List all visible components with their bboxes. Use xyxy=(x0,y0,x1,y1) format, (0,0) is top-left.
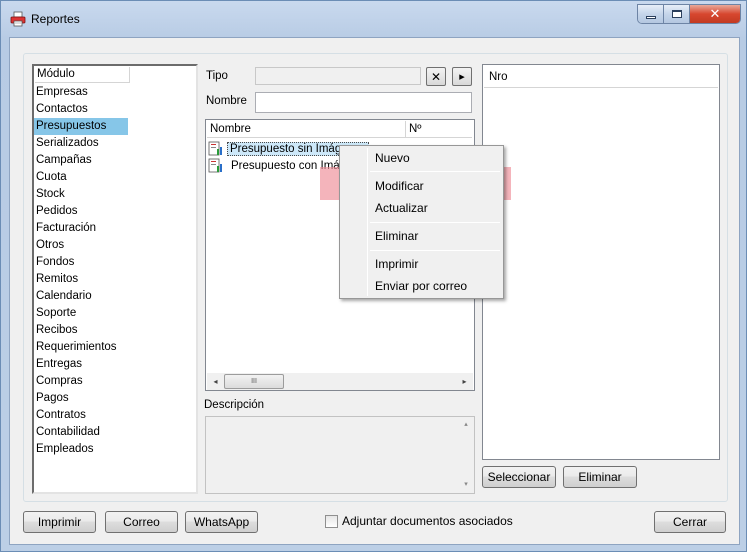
scroll-left-icon[interactable]: ◂ xyxy=(207,373,224,390)
close-icon: ✕ xyxy=(709,6,721,21)
eliminar-button[interactable]: Eliminar xyxy=(563,466,637,488)
menu-item-actualizar[interactable]: Actualizar xyxy=(342,197,501,219)
cerrar-button[interactable]: Cerrar xyxy=(654,511,726,533)
report-icon xyxy=(208,141,222,156)
go-button[interactable]: ▸ xyxy=(452,67,472,86)
close-button[interactable]: ✕ xyxy=(690,5,740,23)
window-controls: ✕ xyxy=(637,4,741,24)
tipo-label: Tipo xyxy=(206,70,228,82)
module-item[interactable]: Serializados xyxy=(34,135,196,152)
scroll-thumb[interactable]: III xyxy=(224,374,284,389)
module-list[interactable]: Módulo Empresas Contactos Presupuestos Seri… xyxy=(32,64,198,494)
scroll-down-icon[interactable]: ▾ xyxy=(458,477,474,493)
module-item[interactable]: Contratos xyxy=(34,407,196,424)
module-item[interactable]: Otros xyxy=(34,237,196,254)
nro-list[interactable]: Nro xyxy=(482,64,720,460)
menu-item-eliminar[interactable]: Eliminar xyxy=(342,225,501,247)
minimize-button[interactable] xyxy=(638,5,664,23)
maximize-icon xyxy=(671,10,682,18)
module-item[interactable]: Recibos xyxy=(34,322,196,339)
module-item[interactable]: Empresas xyxy=(34,84,196,101)
whatsapp-button[interactable]: WhatsApp xyxy=(185,511,258,533)
column-header-nombre[interactable]: Nombre xyxy=(207,121,406,138)
module-item[interactable]: Requerimientos xyxy=(34,339,196,356)
window-title: Reportes xyxy=(31,12,80,26)
scroll-right-icon[interactable]: ▸ xyxy=(456,373,473,390)
reportes-window: Reportes ✕ Módulo Empresas Contactos Presu… xyxy=(0,0,747,552)
module-item[interactable]: Compras xyxy=(34,373,196,390)
module-item[interactable]: Campañas xyxy=(34,152,196,169)
clear-icon: ✕ xyxy=(430,69,442,84)
module-item[interactable]: Empleados xyxy=(34,441,196,458)
descripcion-label: Descripción xyxy=(204,399,265,411)
nombre-label: Nombre xyxy=(206,95,247,107)
printer-icon xyxy=(10,11,26,27)
horizontal-scrollbar[interactable]: ◂ III ▸ xyxy=(207,373,473,390)
vertical-scrollbar[interactable]: ▴ ▾ xyxy=(458,417,474,493)
minimize-icon xyxy=(645,15,656,19)
module-item[interactable]: Fondos xyxy=(34,254,196,271)
module-item[interactable]: Cuota xyxy=(34,169,196,186)
module-column-header[interactable]: Módulo xyxy=(35,67,130,83)
column-header-numero[interactable]: Nº xyxy=(406,121,472,138)
report-icon xyxy=(208,158,222,173)
module-item[interactable]: Entregas xyxy=(34,356,196,373)
menu-item-imprimir[interactable]: Imprimir xyxy=(342,253,501,275)
correo-button[interactable]: Correo xyxy=(105,511,178,533)
adjuntar-checkbox[interactable] xyxy=(325,515,338,528)
module-item[interactable]: Contabilidad xyxy=(34,424,196,441)
descripcion-field[interactable]: ▴ ▾ xyxy=(205,416,475,494)
module-item[interactable]: Contactos xyxy=(34,101,196,118)
module-item[interactable]: Pagos xyxy=(34,390,196,407)
module-item[interactable]: Pedidos xyxy=(34,203,196,220)
module-item[interactable]: Remitos xyxy=(34,271,196,288)
play-arrow-icon: ▸ xyxy=(459,71,465,83)
menu-separator xyxy=(370,171,500,172)
menu-item-enviar-por-correo[interactable]: Enviar por correo xyxy=(342,275,501,297)
menu-item-modificar[interactable]: Modificar xyxy=(342,175,501,197)
title-bar[interactable]: Reportes ✕ xyxy=(1,1,746,37)
seleccionar-button[interactable]: Seleccionar xyxy=(482,466,556,488)
clear-tipo-button[interactable]: ✕ xyxy=(426,67,446,86)
adjuntar-label[interactable]: Adjuntar documentos asociados xyxy=(342,514,513,528)
nombre-input[interactable] xyxy=(255,92,472,113)
module-item[interactable]: Stock xyxy=(34,186,196,203)
menu-item-nuevo[interactable]: Nuevo xyxy=(342,147,501,169)
imprimir-button[interactable]: Imprimir xyxy=(23,511,96,533)
tipo-field[interactable] xyxy=(255,67,421,85)
module-items: Empresas Contactos Presupuestos Serializado… xyxy=(34,84,196,458)
scroll-up-icon[interactable]: ▴ xyxy=(458,417,474,433)
module-item[interactable]: Calendario xyxy=(34,288,196,305)
module-item[interactable]: Facturación xyxy=(34,220,196,237)
context-menu: Nuevo Modificar Actualizar Eliminar Impr… xyxy=(339,145,504,299)
menu-separator xyxy=(370,222,500,223)
module-item[interactable]: Soporte xyxy=(34,305,196,322)
module-item[interactable]: Presupuestos xyxy=(34,118,128,135)
maximize-button[interactable] xyxy=(664,5,690,23)
column-header-nro[interactable]: Nro xyxy=(484,66,718,88)
menu-separator xyxy=(370,250,500,251)
